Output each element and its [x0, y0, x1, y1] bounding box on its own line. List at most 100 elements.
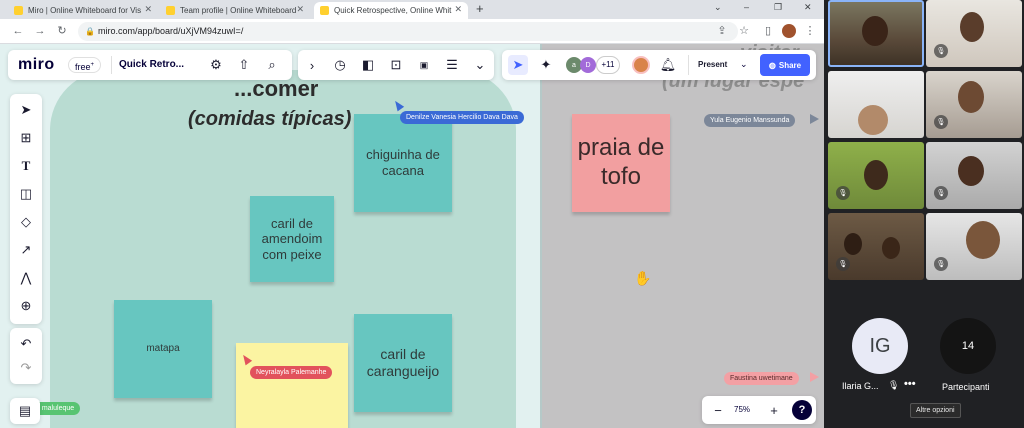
participants-label: Partecipanti	[942, 382, 990, 392]
plan-badge[interactable]: free+	[68, 57, 102, 73]
participant-figure	[858, 105, 888, 135]
help-icon[interactable]: ?	[792, 400, 812, 420]
reactions-icon[interactable]: ◧	[358, 55, 378, 75]
close-tab-icon[interactable]: ✕	[454, 4, 462, 15]
miro-logo[interactable]: miro	[18, 56, 55, 74]
connection-line-icon[interactable]: ↗	[16, 240, 36, 260]
miro-favicon-icon	[320, 6, 329, 15]
current-user-avatar[interactable]	[632, 56, 650, 74]
restore-icon[interactable]: ❐	[774, 2, 782, 13]
miro-favicon-icon	[14, 6, 23, 15]
sticky-note[interactable]: caril de carangueijo	[354, 314, 452, 412]
browser-tab-3-active[interactable]: Quick Retrospective, Online Whit ✕	[314, 2, 468, 19]
url-field[interactable]: 🔒 miro.com/app/board/uXjVM94zuwI=/	[78, 22, 738, 41]
sticky-note[interactable]: matapa	[114, 300, 212, 398]
pen-tool-icon[interactable]: ⋀	[16, 268, 36, 288]
url-text: miro.com/app/board/uXjVM94zuwI=/	[98, 26, 244, 36]
select-tool-icon[interactable]: ➤	[16, 100, 36, 120]
participant-video-tile[interactable]	[828, 0, 924, 67]
participant-name: Ilaria G...	[842, 381, 879, 391]
browser-tab-2[interactable]: Team profile | Online Whiteboard ✕	[160, 2, 310, 19]
add-more-icon[interactable]: ⊕	[16, 296, 36, 316]
participant-figure	[966, 221, 1000, 259]
participant-initials-avatar[interactable]: IG	[852, 318, 908, 374]
more-options-icon[interactable]: •••	[904, 378, 916, 390]
avatar[interactable]: D	[580, 57, 596, 73]
reload-icon[interactable]: ↻	[54, 23, 70, 39]
present-dropdown-icon[interactable]: ⌄	[740, 59, 748, 70]
sticky-note[interactable]: praia de tofo	[572, 114, 670, 212]
share-page-icon[interactable]: ⇪	[714, 23, 730, 39]
share-label: Share	[778, 60, 802, 70]
close-tab-icon[interactable]: ✕	[296, 4, 304, 15]
expand-chevron-icon[interactable]: ›	[302, 55, 322, 75]
participant-video-tile[interactable]	[828, 71, 924, 138]
focus-frame-icon[interactable]: ⊡	[386, 55, 406, 75]
zoom-in-icon[interactable]: +	[764, 400, 784, 420]
board-header-panel: miro free+ Quick Retro... ⚙ ⇧ ⌕	[8, 50, 292, 80]
whiteboard-canvas[interactable]: ...comer (comidas típicas) visitar (um l…	[0, 44, 824, 428]
celebrate-icon[interactable]: ✦	[536, 55, 556, 75]
zoom-out-icon[interactable]: −	[708, 400, 728, 420]
sticky-note[interactable]: chiguinha de cacana	[354, 114, 452, 212]
participant-video-tile[interactable]: 🎙︎	[828, 142, 924, 209]
present-button[interactable]: Present	[698, 60, 727, 69]
settings-gear-icon[interactable]: ⚙	[206, 55, 226, 75]
muted-mic-icon: 🎙︎	[836, 186, 850, 200]
side-panel-icon[interactable]: ▯	[760, 23, 776, 39]
muted-mic-icon: 🎙︎	[934, 115, 948, 129]
redo-icon[interactable]: ↷	[16, 358, 36, 378]
text-tool-icon[interactable]: T	[16, 156, 36, 176]
timer-icon[interactable]: ◷	[330, 55, 350, 75]
notes-icon[interactable]: ☰	[442, 55, 462, 75]
shapes-tool-icon[interactable]: ◇	[16, 212, 36, 232]
profile-avatar[interactable]	[782, 24, 796, 38]
muted-mic-icon: 🎙︎	[836, 257, 850, 271]
participant-video-tile[interactable]: 🎙︎	[828, 213, 924, 280]
participant-video-tile[interactable]: 🎙︎	[926, 0, 1022, 67]
select-cursor-icon[interactable]: ➤	[508, 55, 528, 75]
frames-list-icon[interactable]: ▤	[15, 401, 35, 421]
share-button[interactable]: ◍ Share	[760, 54, 810, 76]
close-tab-icon[interactable]: ✕	[144, 4, 152, 15]
collaborator-cursor-label: Denilze Vanesia Hercilio Dava Dava	[400, 111, 524, 124]
collaborator-cursor-label: Yula Eugenio Manssunda	[704, 114, 796, 127]
collaborator-cursor-label: Neyralayla Palemanhe	[250, 366, 333, 379]
participants-count[interactable]: 14	[940, 318, 996, 374]
participant-video-tile[interactable]: 🎙︎	[926, 142, 1022, 209]
plan-mark: +	[90, 62, 95, 68]
search-icon[interactable]: ⌕	[262, 55, 282, 75]
tab-title: Team profile | Online Whiteboard	[180, 6, 297, 15]
notifications-bell-icon[interactable]: 🔔︎	[658, 55, 678, 75]
participant-video-tile[interactable]: 🎙︎	[926, 71, 1022, 138]
templates-icon[interactable]: ⊞	[16, 128, 36, 148]
new-tab-button[interactable]: +	[476, 1, 484, 16]
browser-menu-icon[interactable]: ⋮	[802, 23, 818, 39]
sticky-note-tool-icon[interactable]: ◫	[16, 184, 36, 204]
browser-tab-1[interactable]: Miro | Online Whiteboard for Vis ✕	[8, 2, 158, 19]
board-name[interactable]: Quick Retro...	[119, 59, 184, 70]
minimize-icon[interactable]: –	[744, 2, 749, 12]
undo-icon[interactable]: ↶	[16, 334, 36, 354]
back-icon[interactable]: ←	[10, 23, 26, 39]
participant-figure	[958, 81, 984, 113]
places-frame	[542, 44, 824, 428]
more-tools-icon[interactable]: ⌄	[470, 55, 490, 75]
participant-video-tile[interactable]: 🎙︎	[926, 213, 1022, 280]
export-upload-icon[interactable]: ⇧	[234, 55, 254, 75]
collaborator-cursor-label: Faustina uwetimane	[724, 372, 799, 385]
zoom-controls: − 75% + ?	[702, 396, 816, 424]
voting-icon[interactable]: ▣	[414, 55, 434, 75]
close-window-icon[interactable]: ✕	[804, 2, 812, 13]
tab-search-icon[interactable]: ⌄	[714, 2, 722, 13]
sticky-note[interactable]	[236, 343, 348, 428]
video-call-panel: 🎙︎ 🎙︎ 🎙︎ 🎙︎ 🎙︎ 🎙︎ IG Ilaria G... 🎙︎ ••• …	[824, 0, 1024, 428]
bookmark-star-icon[interactable]: ☆	[736, 23, 752, 39]
collaborators-count[interactable]: +11	[596, 56, 620, 74]
sticky-note[interactable]: caril de amendoim com peixe	[250, 196, 334, 282]
cursor-arrow-icon	[810, 372, 819, 382]
participant-figure	[882, 237, 900, 259]
muted-mic-icon: 🎙︎	[934, 186, 948, 200]
forward-icon[interactable]: →	[32, 23, 48, 39]
zoom-level[interactable]: 75%	[734, 405, 750, 414]
